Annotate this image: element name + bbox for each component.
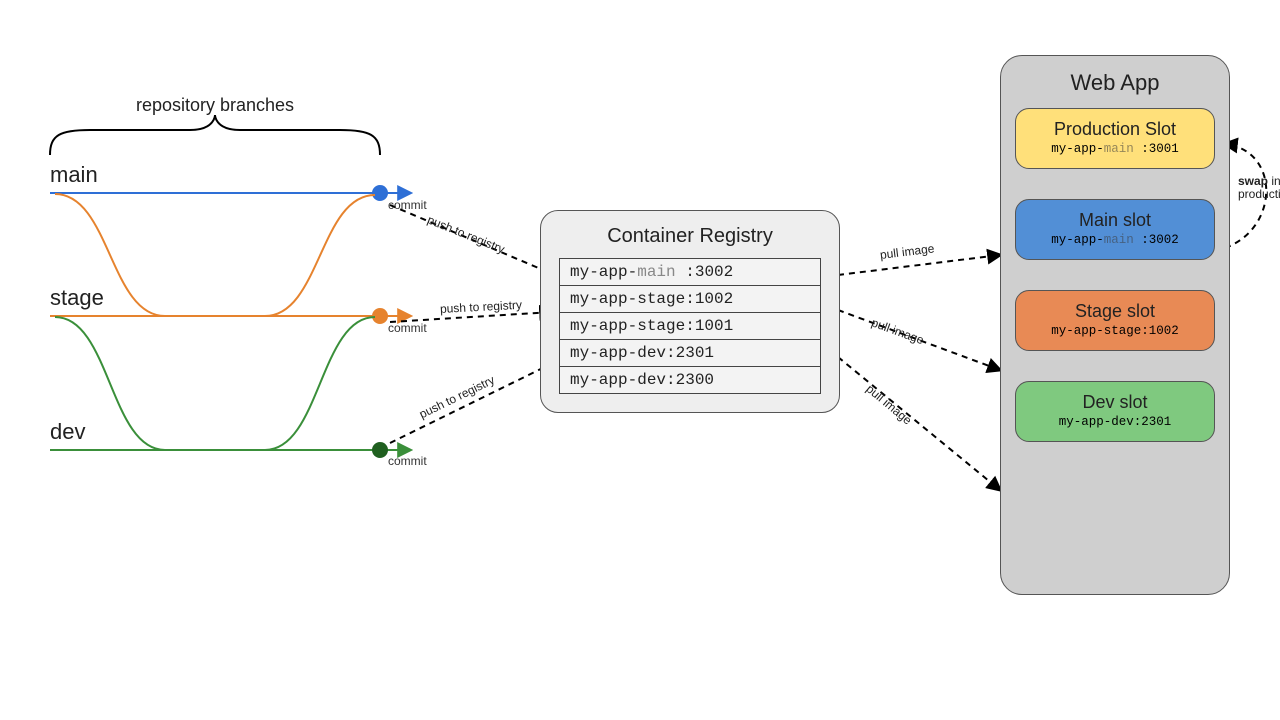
pull-arrow-main xyxy=(838,255,1000,275)
registry-list: my-app-main :3002 my-app-stage:1002 my-a… xyxy=(559,258,821,394)
branch-line-stage xyxy=(50,194,410,316)
swap-label: swap into production xyxy=(1238,175,1280,201)
webapp-title: Web App xyxy=(1015,70,1215,96)
slot-tag: my-app-stage:1002 xyxy=(1028,324,1202,338)
commit-label-dev: commit xyxy=(388,454,427,468)
registry-title: Container Registry xyxy=(559,225,821,248)
brace-label: repository branches xyxy=(65,95,365,116)
web-app-panel: Web App Production Slot my-app-main :300… xyxy=(1000,55,1230,595)
push-label-main: push to registry xyxy=(425,213,506,257)
branch-label-main: main xyxy=(50,162,98,188)
slot-dev: Dev slot my-app-dev:2301 xyxy=(1015,381,1215,442)
push-label-stage: push to registry xyxy=(440,298,523,316)
slot-title: Production Slot xyxy=(1028,119,1202,140)
slot-main: Main slot my-app-main :3002 xyxy=(1015,199,1215,260)
slot-tag: my-app-main :3002 xyxy=(1028,233,1202,247)
commit-dot-stage xyxy=(372,308,388,324)
branch-label-dev: dev xyxy=(50,419,85,445)
slot-title: Stage slot xyxy=(1028,301,1202,322)
pull-arrow-dev xyxy=(838,357,1000,490)
registry-row: my-app-dev:2301 xyxy=(560,340,820,367)
registry-row: my-app-dev:2300 xyxy=(560,367,820,393)
commit-dot-dev xyxy=(372,442,388,458)
push-arrow-dev xyxy=(390,362,555,443)
registry-row: my-app-main :3002 xyxy=(560,259,820,286)
brace xyxy=(50,115,380,155)
slot-title: Dev slot xyxy=(1028,392,1202,413)
commit-dot-main xyxy=(372,185,388,201)
slot-production: Production Slot my-app-main :3001 xyxy=(1015,108,1215,169)
registry-row: my-app-stage:1001 xyxy=(560,313,820,340)
registry-row: my-app-stage:1002 xyxy=(560,286,820,313)
commit-label-main: commit xyxy=(388,198,427,212)
slot-tag: my-app-dev:2301 xyxy=(1028,415,1202,429)
commit-label-stage: commit xyxy=(388,321,427,335)
pull-label-dev: pull image xyxy=(864,382,915,428)
pull-label-main: pull image xyxy=(879,241,935,262)
container-registry: Container Registry my-app-main :3002 my-… xyxy=(540,210,840,413)
push-label-dev: push to registry xyxy=(417,373,497,422)
pull-label-stage: pull image xyxy=(870,315,926,347)
slot-tag: my-app-main :3001 xyxy=(1028,142,1202,156)
branch-line-dev xyxy=(50,317,410,450)
slot-title: Main slot xyxy=(1028,210,1202,231)
slot-stage: Stage slot my-app-stage:1002 xyxy=(1015,290,1215,351)
branch-label-stage: stage xyxy=(50,285,104,311)
